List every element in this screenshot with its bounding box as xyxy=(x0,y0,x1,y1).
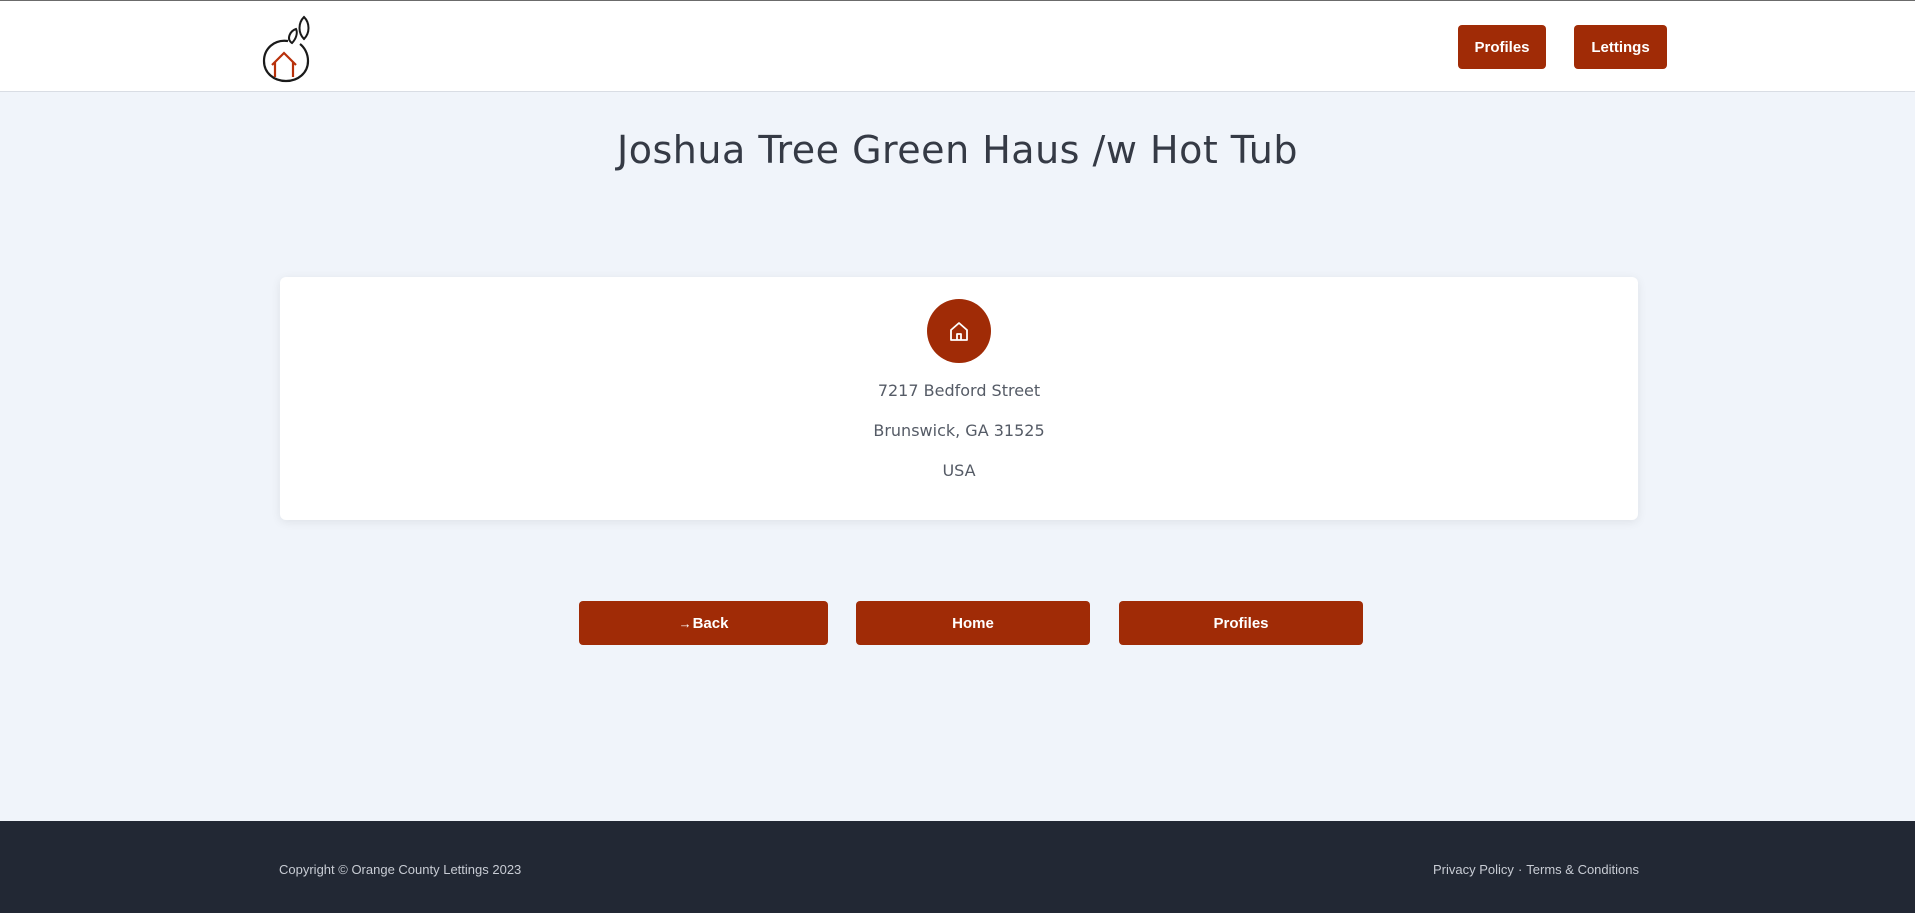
address-card: 7217 Bedford Street Brunswick, GA 31525 … xyxy=(280,277,1638,520)
nav-profiles-button[interactable]: Profiles xyxy=(1458,25,1546,69)
page-title: Joshua Tree Green Haus /w Hot Tub xyxy=(617,128,1298,172)
address-street: 7217 Bedford Street xyxy=(877,381,1041,400)
profiles-button[interactable]: Profiles xyxy=(1119,601,1363,645)
site-footer: Copyright © Orange County Lettings 2023 … xyxy=(0,821,1915,913)
home-button[interactable]: Home xyxy=(856,601,1090,645)
terms-link[interactable]: Terms & Conditions xyxy=(1526,862,1639,877)
address-city-state-zip: Brunswick, GA 31525 xyxy=(873,421,1045,440)
address-country: USA xyxy=(942,461,976,480)
footer-links: Privacy Policy · Terms & Conditions xyxy=(1433,862,1639,877)
footer-separator: · xyxy=(1517,862,1523,877)
nav-lettings-button[interactable]: Lettings xyxy=(1574,25,1667,69)
back-button[interactable]: → Back xyxy=(579,601,828,645)
site-header: Profiles Lettings xyxy=(0,0,1915,92)
copyright-text: Copyright © Orange County Lettings 2023 xyxy=(279,862,522,877)
privacy-policy-link[interactable]: Privacy Policy xyxy=(1433,862,1514,877)
orange-house-logo-icon[interactable] xyxy=(260,13,312,83)
house-icon xyxy=(927,299,991,363)
arrow-right-icon: → xyxy=(678,615,692,631)
back-button-label: Back xyxy=(692,614,729,632)
